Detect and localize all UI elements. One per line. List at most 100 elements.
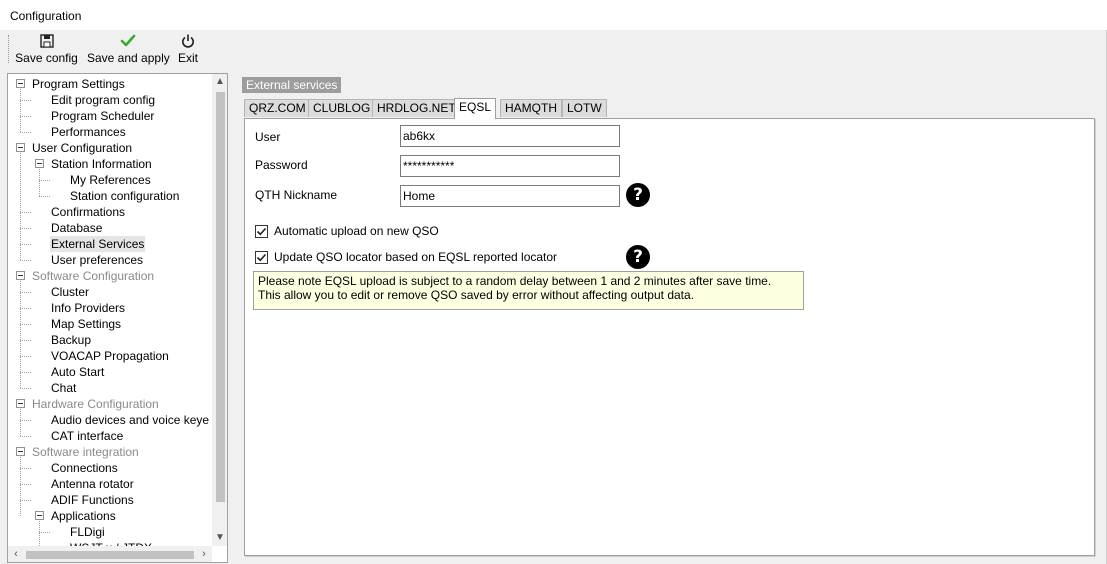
tree-item-external-services[interactable]: External Services	[50, 236, 146, 252]
tree-vertical-scrollbar[interactable]: ▲ ▼	[212, 74, 227, 546]
tree-item-adif-functions[interactable]: ADIF Functions	[50, 492, 135, 508]
tree-item-info-providers[interactable]: Info Providers	[50, 300, 126, 316]
tree-connector	[20, 212, 31, 213]
tab-qrz[interactable]: QRZ.COM	[244, 99, 311, 117]
check-icon	[256, 253, 267, 262]
qth-nickname-input[interactable]: Home	[400, 185, 620, 207]
tree-item-fldigi[interactable]: FLDigi	[69, 524, 106, 540]
locator-help-icon[interactable]: ?	[626, 245, 650, 269]
tree-connector	[20, 89, 21, 132]
tree-connector	[20, 153, 21, 260]
scroll-right-icon[interactable]: ›	[196, 546, 212, 562]
configuration-window: Configuration Save config Save and apply…	[0, 0, 1107, 564]
tree-connector	[20, 420, 31, 421]
tree-connector	[20, 388, 31, 389]
user-label: User	[255, 130, 281, 144]
tree-connector	[20, 340, 31, 341]
tree-connector	[20, 356, 31, 357]
save-config-button[interactable]: Save config	[15, 33, 78, 67]
exit-button[interactable]: Exit	[176, 33, 200, 67]
tree-connector	[20, 260, 31, 261]
eqsl-tab-panel	[244, 118, 1095, 556]
qth-help-icon[interactable]: ?	[626, 183, 650, 207]
tree-item-audio-devices-and-voice-keye[interactable]: Audio devices and voice keye	[50, 412, 210, 428]
tab-eqsl[interactable]: EQSL	[454, 98, 497, 119]
auto-upload-checkbox[interactable]	[255, 225, 268, 238]
tree-item-hardware-configuration[interactable]: Hardware Configuration	[31, 396, 160, 412]
tree-item-edit-program-config[interactable]: Edit program config	[50, 92, 156, 108]
title-bar[interactable]: Configuration	[0, 0, 1107, 30]
scroll-down-icon[interactable]: ▼	[212, 530, 227, 546]
password-input[interactable]: ***********	[400, 155, 620, 177]
tab-clublog[interactable]: CLUBLOG	[308, 99, 376, 117]
save-and-apply-label: Save and apply	[87, 51, 170, 65]
tree-connector	[39, 521, 40, 546]
toolbar-grip[interactable]	[8, 35, 10, 63]
tree-connector	[20, 281, 21, 388]
collapse-icon[interactable]	[16, 447, 25, 456]
save-config-label: Save config	[15, 51, 78, 65]
tree-connector	[20, 436, 31, 437]
collapse-icon[interactable]	[16, 79, 25, 88]
tree-item-user-configuration[interactable]: User Configuration	[31, 140, 133, 156]
settings-tree[interactable]: Program Settings Edit program config Progr…	[7, 73, 228, 563]
tree-connector	[20, 484, 31, 485]
update-locator-checkbox[interactable]	[255, 251, 268, 264]
user-input[interactable]: ab6kx	[400, 125, 620, 147]
tree-connector	[39, 196, 50, 197]
vertical-scroll-thumb[interactable]	[216, 92, 225, 502]
collapse-icon[interactable]	[35, 159, 44, 168]
tree-connector	[20, 100, 31, 101]
tree-item-chat[interactable]: Chat	[50, 380, 77, 396]
tree-item-map-settings[interactable]: Map Settings	[50, 316, 122, 332]
collapse-icon[interactable]	[16, 399, 25, 408]
tree-item-program-settings[interactable]: Program Settings	[31, 76, 126, 92]
tree-item-software-integration[interactable]: Software integration	[31, 444, 140, 460]
tree-connector	[39, 169, 40, 196]
tree-item-backup[interactable]: Backup	[50, 332, 92, 348]
tree-connector	[20, 457, 21, 516]
tree-item-cluster[interactable]: Cluster	[50, 284, 90, 300]
tab-hamqth[interactable]: HAMQTH	[500, 99, 562, 117]
tree-item-cat-interface[interactable]: CAT interface	[50, 428, 124, 444]
tree-connector	[20, 292, 31, 293]
collapse-icon[interactable]	[16, 271, 25, 280]
tree-item-station-information[interactable]: Station Information	[50, 156, 153, 172]
tree-item-user-preferences[interactable]: User preferences	[50, 252, 144, 268]
tree-item-station-configuration[interactable]: Station configuration	[69, 188, 180, 204]
save-and-apply-button[interactable]: Save and apply	[87, 33, 170, 67]
scroll-left-icon[interactable]: ‹	[8, 546, 24, 562]
tree-item-connections[interactable]: Connections	[50, 460, 119, 476]
collapse-icon[interactable]	[16, 143, 25, 152]
tree-item-antenna-rotator[interactable]: Antenna rotator	[50, 476, 135, 492]
tree-item-my-references[interactable]: My References	[69, 172, 152, 188]
tree-item-software-configuration[interactable]: Software Configuration	[31, 268, 155, 284]
collapse-icon[interactable]	[35, 511, 44, 520]
tree-item-database[interactable]: Database	[50, 220, 103, 236]
tree-item-auto-start[interactable]: Auto Start	[50, 364, 105, 380]
note-line-2: This allow you to edit or remove QSO sav…	[258, 288, 695, 302]
update-locator-label[interactable]: Update QSO locator based on EQSL reporte…	[274, 250, 557, 264]
tab-lotw[interactable]: LOTW	[562, 99, 607, 117]
window-title: Configuration	[10, 9, 82, 23]
tree-item-confirmations[interactable]: Confirmations	[50, 204, 126, 220]
tree-content: Program Settings Edit program config Progr…	[8, 74, 212, 546]
tab-hrdlog[interactable]: HRDLOG.NET	[372, 99, 461, 117]
tree-item-applications[interactable]: Applications	[50, 508, 117, 524]
tree-connector	[20, 409, 21, 436]
tree-connector	[20, 500, 31, 501]
group-caption: External services	[242, 77, 342, 93]
tree-item-program-scheduler[interactable]: Program Scheduler	[50, 108, 155, 124]
auto-upload-label[interactable]: Automatic upload on new QSO	[274, 224, 439, 238]
tree-item-performances[interactable]: Performances	[50, 124, 127, 140]
scroll-up-icon[interactable]: ▲	[212, 74, 227, 90]
horizontal-scroll-thumb[interactable]	[26, 551, 194, 559]
tree-horizontal-scrollbar[interactable]: ‹ ›	[8, 546, 212, 562]
tree-connector	[20, 244, 31, 245]
exit-label: Exit	[177, 51, 198, 65]
tree-connector	[20, 372, 31, 373]
tree-item-voacap-propagation[interactable]: VOACAP Propagation	[50, 348, 170, 364]
tree-connector	[20, 132, 31, 133]
power-icon	[182, 34, 194, 48]
floppy-disk-icon	[39, 34, 54, 48]
